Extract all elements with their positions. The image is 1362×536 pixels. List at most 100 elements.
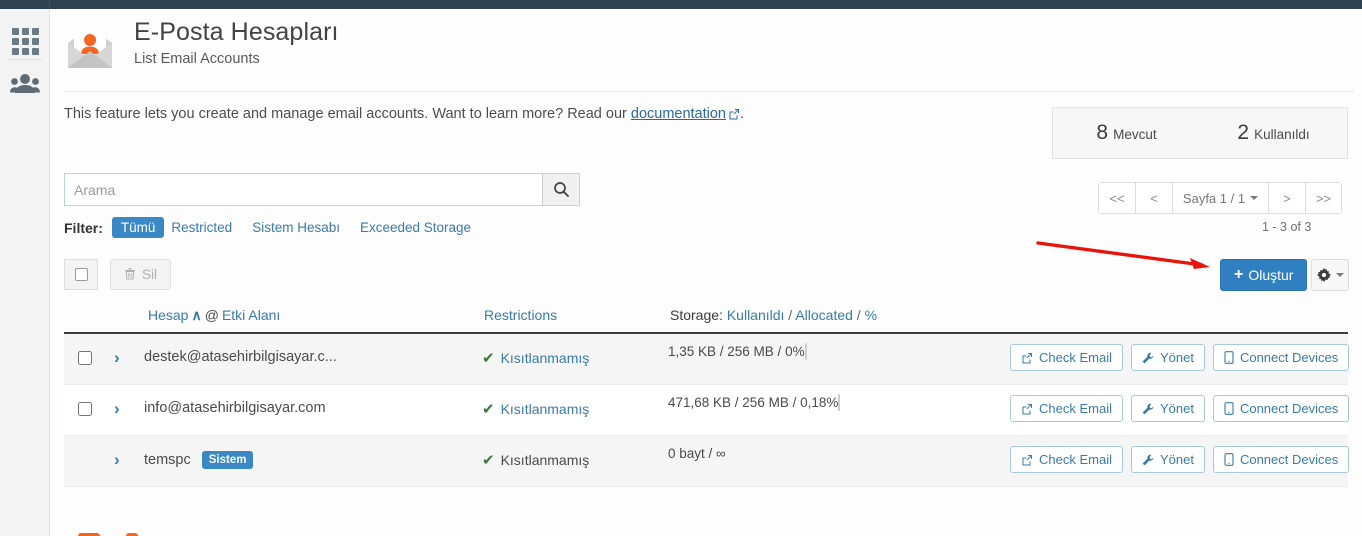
check-icon: ✔ (482, 350, 495, 367)
filter-row: Filter: Tümü Restricted Sistem Hesabı Ex… (64, 217, 491, 238)
search-button[interactable] (542, 173, 580, 206)
create-button[interactable]: + Oluştur (1220, 259, 1308, 291)
check-email-label: Check Email (1039, 350, 1112, 365)
gear-icon (1316, 268, 1331, 282)
description-text-before: This feature lets you create and manage … (64, 106, 631, 122)
stat-used-number: 2 (1237, 121, 1250, 144)
filter-option-all[interactable]: Tümü (111, 217, 165, 238)
stat-available: 8 Mevcut (1053, 121, 1200, 145)
table-row: › info@atasehirbilgisayar.com ✔ Kısıtlan… (64, 385, 1350, 436)
filter-option-system-account[interactable]: Sistem Hesabı (252, 220, 340, 235)
sidebar (0, 9, 50, 536)
row-account: info@atasehirbilgisayar.com (144, 400, 326, 416)
mobile-icon (1224, 351, 1234, 364)
pagination-prev[interactable]: < (1135, 182, 1172, 214)
create-button-label: Oluştur (1248, 267, 1294, 283)
mobile-icon (1224, 453, 1234, 466)
column-header-account-link[interactable]: Hesap (148, 307, 188, 323)
sidebar-item-apps[interactable] (0, 17, 50, 65)
stat-available-label: Mevcut (1113, 127, 1157, 142)
row-restriction: ✔ Kısıtlanmamış (482, 451, 589, 469)
manage-label: Yönet (1159, 401, 1194, 416)
select-all-button[interactable] (64, 259, 98, 290)
connect-devices-button[interactable]: Connect Devices (1212, 395, 1350, 422)
connect-devices-label: Connect Devices (1239, 452, 1339, 467)
stats-box: 8 Mevcut 2 Kullanıldı (1052, 107, 1348, 159)
connect-devices-label: Connect Devices (1239, 350, 1339, 365)
check-email-button[interactable]: Check Email (1010, 446, 1123, 473)
documentation-link[interactable]: documentation (631, 106, 726, 122)
check-email-label: Check Email (1039, 401, 1112, 416)
manage-button[interactable]: Yönet (1130, 446, 1205, 473)
storage-used-link[interactable]: Kullanıldı (727, 307, 785, 323)
storage-percent-link[interactable]: % (865, 307, 877, 323)
stat-available-number: 8 (1096, 121, 1109, 144)
search-input[interactable] (64, 173, 542, 206)
search-icon (553, 182, 569, 197)
check-email-label: Check Email (1039, 452, 1112, 467)
check-email-button[interactable]: Check Email (1010, 395, 1123, 422)
external-link-icon (1021, 454, 1033, 466)
header-rule (64, 91, 1354, 92)
manage-label: Yönet (1159, 350, 1194, 365)
stat-used-label: Kullanıldı (1254, 127, 1310, 142)
manage-button[interactable]: Yönet (1130, 395, 1205, 422)
table-row: › destek@atasehirbilgisayar.c... ✔ Kısıt… (64, 334, 1350, 385)
column-header-domain-link[interactable]: Etki Alanı (222, 307, 280, 323)
row-checkbox[interactable] (78, 351, 92, 365)
table-row: › temspc Sistem ✔ Kısıtlanmamış 0 bayt /… (64, 436, 1350, 487)
expand-row-icon[interactable]: › (114, 450, 120, 470)
row-checkbox-cell (78, 351, 92, 370)
storage-allocated-link[interactable]: Allocated (795, 307, 853, 323)
row-storage-label: 0 bayt / ∞ (668, 446, 726, 461)
row-restriction: ✔ Kısıtlanmamış (482, 349, 589, 367)
row-restriction-link[interactable]: Kısıtlanmamış (501, 350, 590, 366)
row-account: destek@atasehirbilgisayar.c... (144, 349, 337, 365)
pagination-count: 1 - 3 of 3 (1262, 220, 1312, 234)
check-email-button[interactable]: Check Email (1010, 344, 1123, 371)
table-toolbar: Sil (64, 259, 172, 290)
storage-prefix: Storage: (670, 307, 723, 323)
row-account-label: destek@atasehirbilgisayar.c... (144, 349, 337, 365)
sidebar-item-users[interactable] (0, 59, 50, 107)
column-header-account[interactable]: Hesap ∧ @ Etki Alanı (148, 307, 280, 324)
row-storage-label: 1,35 KB / 256 MB / 0% (668, 344, 805, 359)
pagination-next[interactable]: > (1268, 182, 1305, 214)
wrench-icon (1142, 403, 1154, 415)
settings-dropdown-button[interactable] (1311, 259, 1349, 291)
filter-option-restricted[interactable]: Restricted (171, 220, 232, 235)
pagination: << < Sayfa 1 / 1 > >> (1098, 182, 1342, 214)
chevron-down-icon (1250, 196, 1259, 200)
connect-devices-button[interactable]: Connect Devices (1212, 446, 1350, 473)
search-bar (64, 173, 580, 206)
external-link-icon (1021, 352, 1033, 364)
grid-icon (11, 27, 39, 55)
expand-row-icon[interactable]: › (114, 399, 120, 419)
email-accounts-table: Hesap ∧ @ Etki Alanı Restrictions Storage: … (64, 301, 1350, 487)
table-header-row: Hesap ∧ @ Etki Alanı Restrictions Storage: … (64, 301, 1348, 334)
stat-used: 2 Kullanıldı (1200, 121, 1347, 145)
page-root: E-Posta Hesapları List Email Accounts Th… (0, 0, 1362, 536)
select-all-checkbox[interactable] (74, 268, 88, 281)
manage-button[interactable]: Yönet (1130, 344, 1205, 371)
row-storage: 0 bayt / ∞ (668, 446, 726, 461)
delete-button[interactable]: Sil (110, 259, 172, 290)
connect-devices-button[interactable]: Connect Devices (1212, 344, 1350, 371)
pagination-last[interactable]: >> (1305, 182, 1342, 214)
status-badge: Sistem (201, 451, 254, 469)
filter-option-exceeded-storage[interactable]: Exceeded Storage (360, 220, 471, 235)
row-restriction-link[interactable]: Kısıtlanmamış (501, 401, 590, 417)
pagination-page-label: Sayfa 1 / 1 (1182, 190, 1246, 206)
column-header-restrictions[interactable]: Restrictions (484, 307, 557, 323)
expand-row-icon[interactable]: › (114, 348, 120, 368)
row-checkbox[interactable] (78, 402, 92, 416)
check-icon: ✔ (482, 452, 495, 469)
row-account-label: info@atasehirbilgisayar.com (144, 400, 326, 416)
row-account-label: temspc (144, 452, 191, 468)
email-account-icon (64, 23, 116, 71)
pagination-first[interactable]: << (1098, 182, 1135, 214)
pagination-page-select[interactable]: Sayfa 1 / 1 (1172, 182, 1268, 214)
top-bar (0, 0, 1362, 9)
row-storage: 471,68 KB / 256 MB / 0,18% (668, 394, 841, 411)
page-description: This feature lets you create and manage … (64, 104, 824, 126)
